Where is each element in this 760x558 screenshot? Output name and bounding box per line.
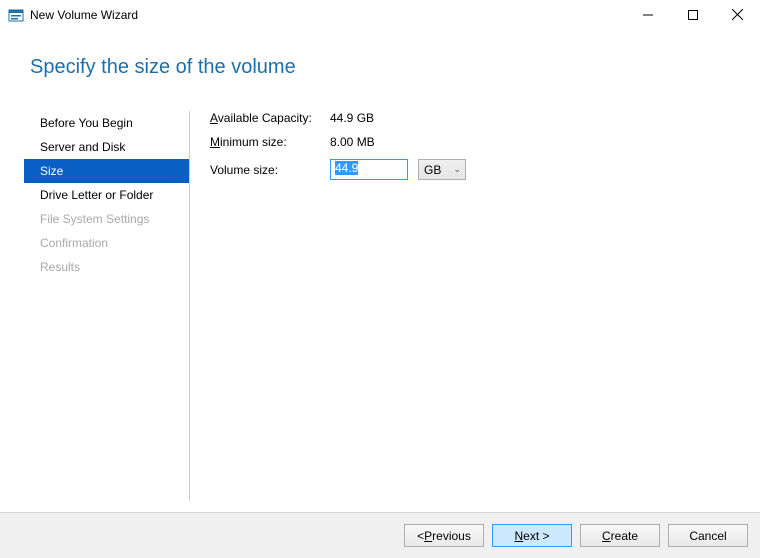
app-icon bbox=[8, 7, 24, 23]
volume-size-row: Volume size: 44.9 GB ⌄ bbox=[210, 159, 760, 180]
minimum-size-value: 8.00 MB bbox=[330, 135, 375, 149]
minimize-button[interactable] bbox=[625, 0, 670, 29]
cancel-button[interactable]: Cancel bbox=[668, 524, 748, 547]
sidebar-item-confirmation: Confirmation bbox=[30, 231, 189, 255]
volume-size-label: Volume size: bbox=[210, 163, 330, 177]
form-panel: Available Capacity: 44.9 GB Minimum size… bbox=[190, 111, 760, 501]
window-controls bbox=[625, 0, 760, 29]
minimum-size-label: Minimum size: bbox=[210, 135, 330, 149]
sidebar-item-results: Results bbox=[30, 255, 189, 279]
titlebar: New Volume Wizard bbox=[0, 0, 760, 30]
create-button[interactable]: Create bbox=[580, 524, 660, 547]
unit-select[interactable]: GB ⌄ bbox=[418, 159, 466, 180]
next-button[interactable]: Next > bbox=[492, 524, 572, 547]
sidebar-item-server-and-disk[interactable]: Server and Disk bbox=[30, 135, 189, 159]
content-area: Before You Begin Server and Disk Size Dr… bbox=[0, 111, 760, 501]
minimum-size-row: Minimum size: 8.00 MB bbox=[210, 135, 760, 149]
available-capacity-label: Available Capacity: bbox=[210, 111, 330, 125]
previous-button[interactable]: < Previous bbox=[404, 524, 484, 547]
sidebar-item-file-system: File System Settings bbox=[30, 207, 189, 231]
unit-selected-value: GB bbox=[424, 163, 441, 177]
chevron-down-icon: ⌄ bbox=[453, 164, 461, 175]
button-bar: < Previous Next > Create Cancel bbox=[0, 512, 760, 558]
available-capacity-value: 44.9 GB bbox=[330, 111, 374, 125]
page-title: Specify the size of the volume bbox=[0, 30, 760, 79]
sidebar-item-size[interactable]: Size bbox=[24, 159, 189, 183]
volume-size-input[interactable]: 44.9 bbox=[330, 159, 408, 180]
sidebar-item-before-you-begin[interactable]: Before You Begin bbox=[30, 111, 189, 135]
sidebar-item-drive-letter[interactable]: Drive Letter or Folder bbox=[30, 183, 189, 207]
maximize-button[interactable] bbox=[670, 0, 715, 29]
close-button[interactable] bbox=[715, 0, 760, 29]
volume-size-input-wrap: 44.9 GB ⌄ bbox=[330, 159, 466, 180]
wizard-steps-sidebar: Before You Begin Server and Disk Size Dr… bbox=[30, 111, 190, 501]
available-capacity-row: Available Capacity: 44.9 GB bbox=[210, 111, 760, 125]
window-title: New Volume Wizard bbox=[30, 8, 625, 22]
